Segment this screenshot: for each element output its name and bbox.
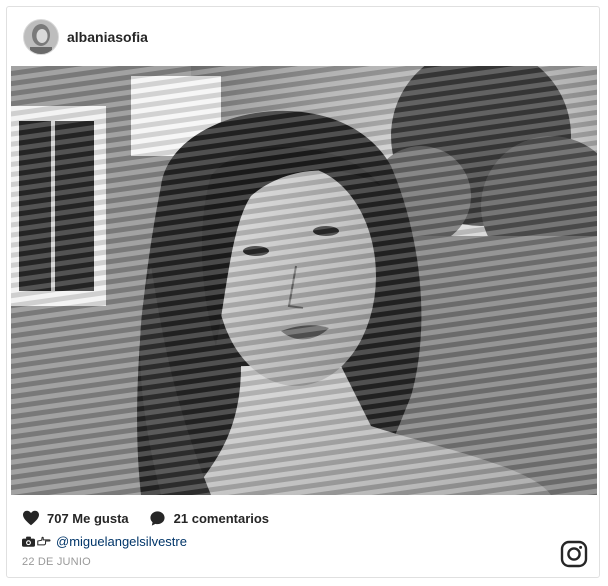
camera-icon [22, 536, 35, 547]
photo-credit: @miguelangelsilvestre [22, 533, 187, 549]
post-header: albaniasofia [7, 7, 599, 67]
avatar-image [24, 20, 58, 54]
instagram-embed-card: albaniasofia 707 Me gusta 21 comentarios… [6, 6, 600, 578]
post-photo[interactable] [11, 66, 597, 495]
pointing-hand-icon [37, 536, 51, 546]
credit-user-link[interactable]: @miguelangelsilvestre [56, 534, 187, 549]
comments-count[interactable]: 21 comentarios [174, 511, 269, 526]
avatar[interactable] [23, 19, 59, 55]
instagram-logo-icon[interactable] [560, 540, 588, 568]
comment-bubble-icon[interactable] [149, 510, 166, 527]
heart-icon[interactable] [22, 510, 40, 526]
username[interactable]: albaniasofia [67, 29, 148, 45]
post-date: 22 DE JUNIO [22, 556, 91, 568]
likes-count[interactable]: 707 Me gusta [47, 511, 129, 526]
post-actions: 707 Me gusta 21 comentarios [22, 509, 269, 527]
portrait-photo-illustration [11, 66, 597, 495]
